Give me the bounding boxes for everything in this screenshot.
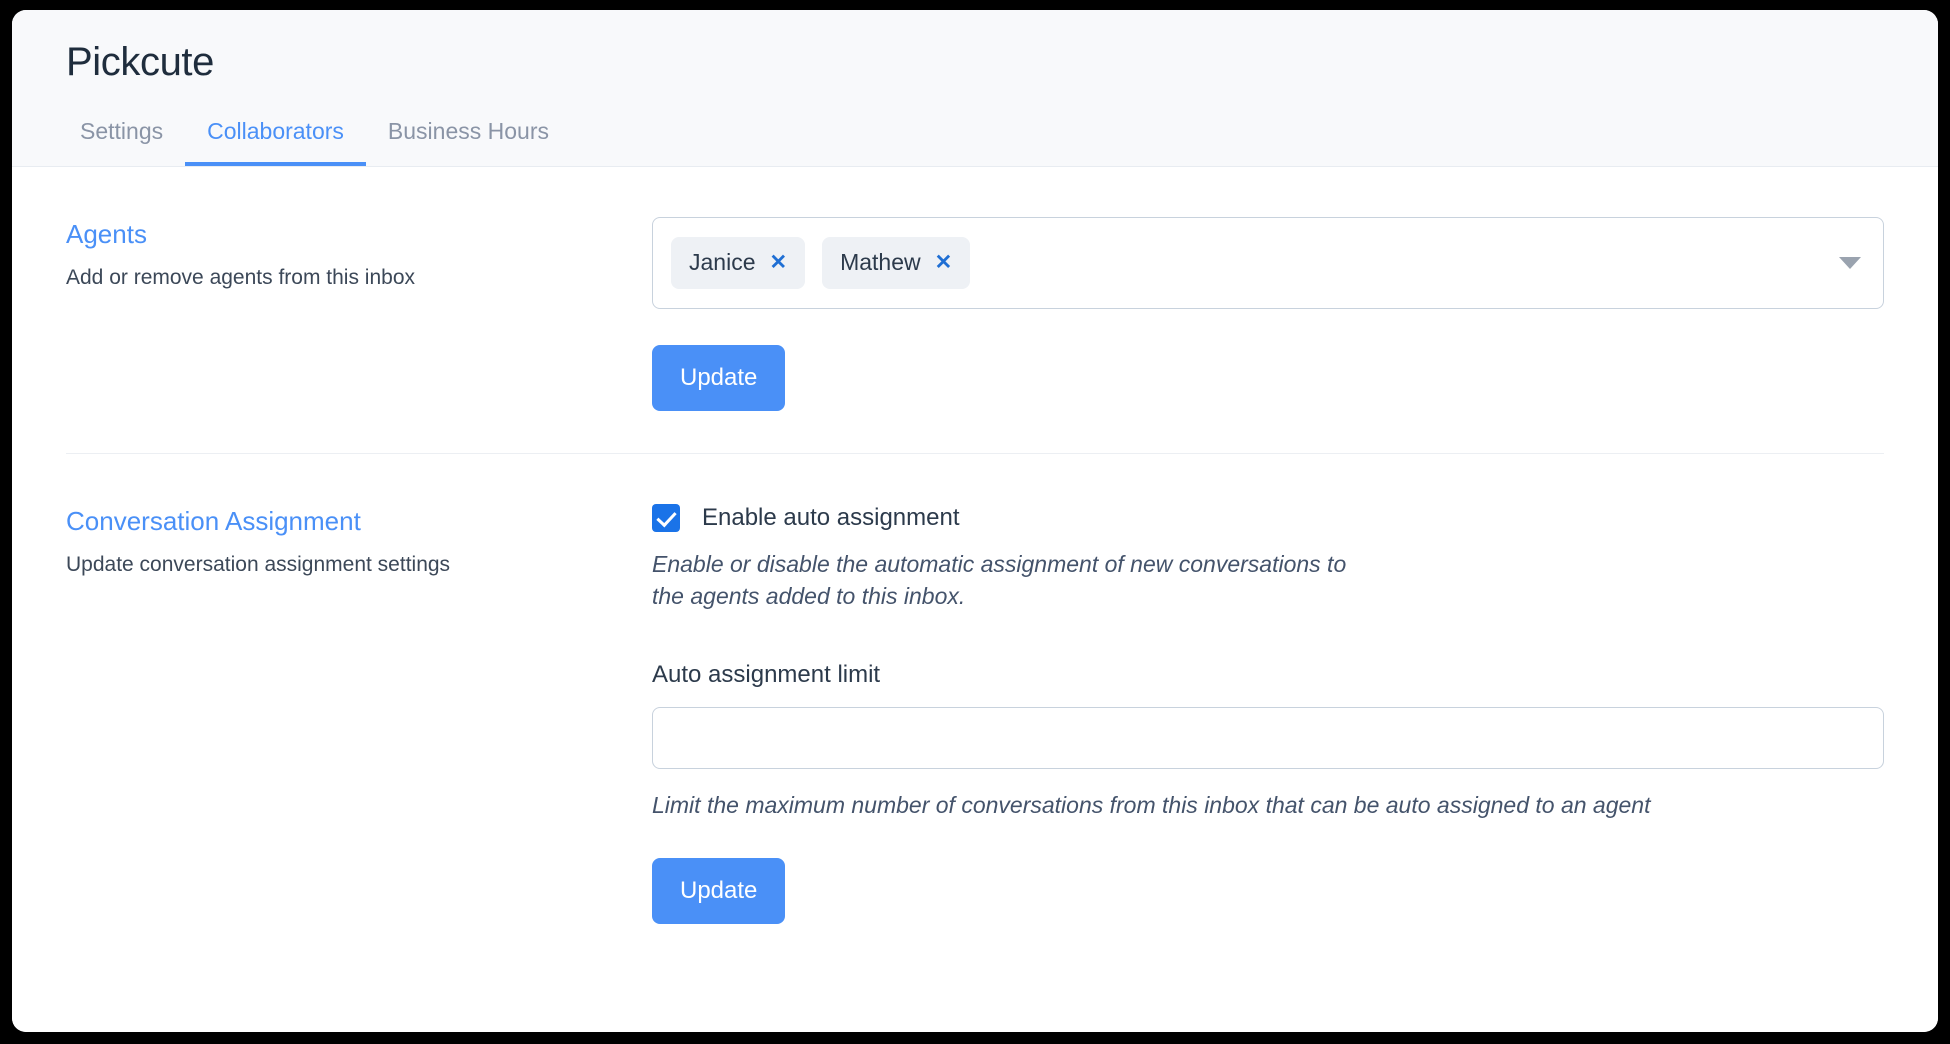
auto-assignment-label[interactable]: Enable auto assignment: [702, 505, 960, 530]
assignment-actions: Update: [652, 857, 1884, 924]
assignment-section-description: Conversation Assignment Update conversat…: [66, 504, 652, 578]
auto-assignment-limit-input[interactable]: [652, 706, 1884, 769]
agents-section: Agents Add or remove agents from this in…: [66, 167, 1884, 453]
assignment-section-controls: Enable auto assignment Enable or disable…: [652, 503, 1884, 924]
agent-chip[interactable]: Janice ✕: [671, 236, 806, 289]
chevron-down-icon[interactable]: [1839, 256, 1861, 269]
auto-assignment-limit-help-text: Limit the maximum number of conversation…: [652, 791, 1651, 818]
tab-settings[interactable]: Settings: [66, 112, 185, 166]
page-title: Pickcute: [66, 40, 214, 84]
assignment-heading: Conversation Assignment: [66, 505, 361, 536]
auto-assignment-toggle-row[interactable]: Enable auto assignment: [652, 503, 1884, 532]
auto-assignment-limit-label: Auto assignment limit: [652, 660, 881, 688]
agents-update-button[interactable]: Update: [652, 344, 786, 411]
tab-business-hours[interactable]: Business Hours: [366, 112, 571, 166]
agents-section-description: Agents Add or remove agents from this in…: [66, 217, 652, 291]
agents-subtitle: Add or remove agents from this inbox: [66, 265, 416, 289]
auto-assignment-help-text: Enable or disable the automatic assignme…: [652, 550, 1347, 610]
agents-section-controls: Janice ✕ Mathew ✕ Update: [652, 216, 1884, 411]
assignment-update-button[interactable]: Update: [652, 857, 786, 924]
agent-chip-list: Janice ✕ Mathew ✕: [671, 236, 971, 289]
app-window: Pickcute Settings Collaborators Business…: [12, 10, 1938, 1032]
agent-chip-label: Mathew: [840, 249, 921, 276]
close-icon[interactable]: ✕: [769, 252, 787, 273]
agents-multiselect[interactable]: Janice ✕ Mathew ✕: [652, 216, 1884, 309]
screenshot-viewport: Pickcute Settings Collaborators Business…: [0, 0, 1950, 1044]
agent-chip-label: Janice: [689, 249, 756, 276]
agents-heading: Agents: [66, 218, 147, 249]
auto-assignment-checkbox[interactable]: [652, 503, 680, 532]
page-header: Pickcute Settings Collaborators Business…: [12, 10, 1938, 167]
tab-bar: Settings Collaborators Business Hours: [12, 112, 1938, 166]
page-content: Agents Add or remove agents from this in…: [12, 166, 1938, 1032]
close-icon[interactable]: ✕: [935, 252, 953, 273]
assignment-subtitle: Update conversation assignment settings: [66, 552, 451, 576]
agents-actions: Update: [652, 344, 1884, 411]
conversation-assignment-section: Conversation Assignment Update conversat…: [66, 452, 1884, 966]
agent-chip[interactable]: Mathew ✕: [822, 236, 971, 289]
tab-collaborators[interactable]: Collaborators: [185, 112, 366, 166]
